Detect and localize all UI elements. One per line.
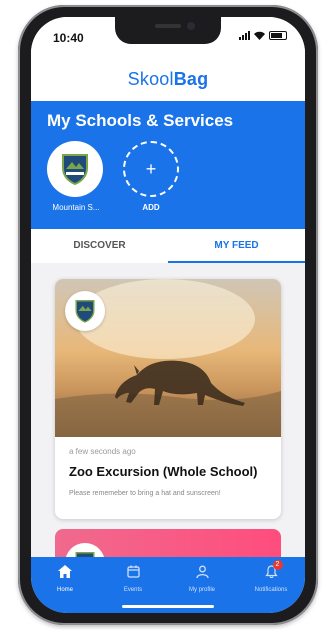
bottom-navigation: Home Events My profile 2 Notifications bbox=[31, 557, 305, 613]
calendar-icon bbox=[126, 565, 140, 578]
skoolbag-logo: SkoolBag bbox=[127, 69, 209, 89]
post-timestamp: a few seconds ago bbox=[69, 447, 136, 456]
status-time: 10:40 bbox=[53, 31, 84, 45]
school-avatar[interactable] bbox=[47, 141, 103, 197]
schools-heading: My Schools & Services bbox=[47, 111, 234, 130]
app-screen: 10:40 SkoolBag My Schools & Services Mou… bbox=[31, 17, 305, 613]
add-label[interactable]: ADD bbox=[123, 203, 179, 212]
notch bbox=[115, 17, 221, 44]
camera bbox=[187, 22, 195, 30]
speaker bbox=[155, 24, 181, 28]
post-title: Zoo Excursion (Whole School) bbox=[69, 464, 258, 479]
school-crest-icon bbox=[62, 154, 88, 186]
add-school-button[interactable]: + bbox=[123, 141, 179, 197]
nav-notifications-label: Notifications bbox=[254, 587, 288, 593]
schools-section: My Schools & Services Mountain S... + AD… bbox=[31, 101, 305, 229]
bell-wrapper: 2 bbox=[264, 560, 283, 583]
nav-home[interactable]: Home bbox=[31, 565, 99, 593]
card-school-logo bbox=[65, 291, 105, 331]
school-label[interactable]: Mountain S... bbox=[43, 203, 109, 212]
home-indicator bbox=[122, 605, 214, 608]
tab-discover[interactable]: DISCOVER bbox=[31, 229, 168, 263]
nav-profile[interactable]: My profile bbox=[168, 565, 236, 593]
nav-events[interactable]: Events bbox=[99, 565, 167, 593]
nav-home-label: Home bbox=[56, 587, 73, 593]
nav-events-label: Events bbox=[123, 587, 143, 593]
feed-tabs: DISCOVER MY FEED bbox=[31, 229, 305, 263]
signal-icon bbox=[239, 31, 250, 40]
feed-card[interactable]: a few seconds ago Zoo Excursion (Whole S… bbox=[55, 279, 281, 519]
post-description: Please rememeber to bring a hat and suns… bbox=[69, 490, 221, 497]
person-icon bbox=[195, 565, 209, 579]
plus-icon: + bbox=[145, 158, 157, 179]
tab-my-feed[interactable]: MY FEED bbox=[168, 229, 305, 263]
phone-frame: 10:40 SkoolBag My Schools & Services Mou… bbox=[18, 5, 318, 625]
status-icons bbox=[239, 31, 287, 40]
notification-badge: 2 bbox=[272, 560, 283, 570]
battery-icon bbox=[269, 31, 287, 40]
wifi-icon bbox=[254, 31, 265, 40]
school-crest-icon bbox=[75, 300, 95, 323]
home-icon bbox=[58, 565, 72, 578]
app-header: SkoolBag bbox=[31, 57, 305, 101]
nav-notifications[interactable]: 2 Notifications bbox=[237, 560, 305, 593]
nav-profile-label: My profile bbox=[188, 587, 215, 593]
